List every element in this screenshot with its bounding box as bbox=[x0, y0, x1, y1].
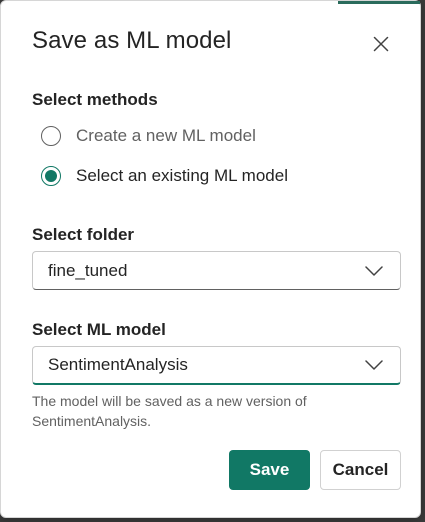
radio-button-checked[interactable] bbox=[41, 166, 61, 186]
model-version-hint: The model will be saved as a new version… bbox=[32, 393, 307, 429]
close-button[interactable] bbox=[367, 30, 395, 58]
select-ml-model-label: Select ML model bbox=[32, 320, 166, 339]
chevron-down-icon bbox=[364, 261, 384, 281]
save-as-ml-model-dialog: Save as ML model Select methods Create a… bbox=[0, 0, 421, 518]
ml-model-dropdown-value: SentimentAnalysis bbox=[48, 355, 188, 374]
save-button[interactable]: Save bbox=[229, 450, 310, 490]
radio-selected-dot bbox=[45, 170, 57, 182]
radio-create-new-model[interactable]: Create a new ML model bbox=[41, 126, 256, 146]
ml-model-dropdown[interactable]: SentimentAnalysis bbox=[32, 346, 401, 385]
folder-dropdown-value: fine_tuned bbox=[48, 260, 128, 280]
radio-label-create-new: Create a new ML model bbox=[76, 126, 256, 145]
radio-select-existing-model[interactable]: Select an existing ML model bbox=[41, 166, 288, 186]
cancel-button[interactable]: Cancel bbox=[320, 450, 401, 490]
window-accent-bar bbox=[338, 1, 420, 4]
dialog-title: Save as ML model bbox=[32, 27, 232, 54]
chevron-down-icon bbox=[364, 355, 384, 375]
radio-button-unchecked[interactable] bbox=[41, 126, 61, 146]
select-methods-label: Select methods bbox=[32, 90, 158, 109]
select-folder-label: Select folder bbox=[32, 225, 135, 244]
folder-dropdown[interactable]: fine_tuned bbox=[32, 251, 401, 290]
radio-label-select-existing: Select an existing ML model bbox=[76, 166, 288, 185]
close-icon bbox=[373, 36, 389, 52]
